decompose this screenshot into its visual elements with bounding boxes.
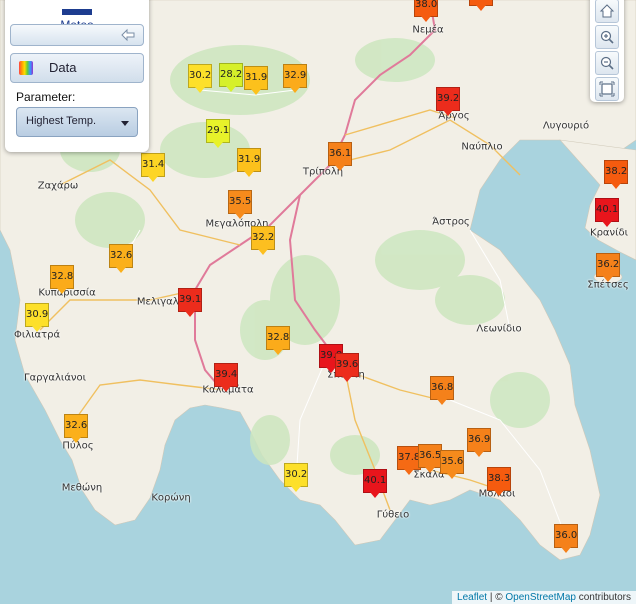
temperature-marker[interactable]: 36.1 bbox=[328, 142, 352, 171]
temperature-marker[interactable]: 38.0 bbox=[414, 0, 438, 22]
osm-link[interactable]: OpenStreetMap bbox=[505, 592, 576, 603]
temperature-marker[interactable]: 31.9 bbox=[237, 148, 261, 177]
extent-button[interactable] bbox=[595, 77, 619, 101]
parameter-select[interactable]: Highest Temp. bbox=[16, 107, 138, 137]
temperature-marker[interactable]: 31.4 bbox=[141, 153, 165, 182]
temperature-marker[interactable]: 30.2 bbox=[284, 463, 308, 492]
temperature-marker[interactable]: 32.6 bbox=[109, 244, 133, 273]
leaflet-link[interactable]: Leaflet bbox=[457, 592, 487, 603]
parameter-label: Parameter: bbox=[16, 90, 76, 104]
temperature-marker[interactable]: 32.8 bbox=[266, 326, 290, 355]
attribution-suffix: contributors bbox=[575, 592, 631, 603]
chevron-down-icon bbox=[121, 121, 129, 126]
extent-icon bbox=[599, 81, 615, 97]
logo-mark bbox=[62, 9, 92, 15]
temperature-marker[interactable]: 32.6 bbox=[64, 414, 88, 443]
temperature-marker[interactable]: 40.1 bbox=[363, 469, 387, 498]
temperature-marker[interactable]: 38.3 bbox=[487, 467, 511, 496]
zoom-out-button[interactable] bbox=[595, 51, 619, 75]
home-button[interactable] bbox=[595, 0, 619, 23]
map-attribution: Leaflet | © OpenStreetMap contributors bbox=[452, 591, 636, 604]
map-toolbar bbox=[590, 0, 624, 102]
temperature-marker[interactable]: 30.2 bbox=[188, 64, 212, 93]
zoom-out-icon bbox=[600, 56, 614, 70]
temperature-marker[interactable]: 36.8 bbox=[430, 376, 454, 405]
back-button[interactable] bbox=[10, 24, 144, 46]
temperature-marker[interactable]: 29.1 bbox=[206, 119, 230, 148]
temperature-marker[interactable]: 36.9 bbox=[467, 428, 491, 457]
temperature-marker[interactable]: 36.5 bbox=[418, 444, 442, 473]
zoom-in-icon bbox=[600, 30, 614, 44]
temperature-marker[interactable]: 39.6 bbox=[335, 353, 359, 382]
temperature-marker[interactable]: 32.8 bbox=[50, 265, 74, 294]
zoom-in-button[interactable] bbox=[595, 25, 619, 49]
map[interactable]: Νεμέα Άργος Λυγουριό Ναύπλιο Τρίπολη Ζαχάρω Με… bbox=[0, 0, 636, 604]
data-button[interactable]: Data bbox=[10, 53, 144, 83]
temperature-marker[interactable]: 39.1 bbox=[178, 288, 202, 317]
temperature-marker[interactable]: 39.4 bbox=[214, 363, 238, 392]
home-icon bbox=[599, 4, 615, 18]
temperature-marker[interactable]: 30.9 bbox=[25, 303, 49, 332]
temperature-marker[interactable]: 32.2 bbox=[251, 226, 275, 255]
data-button-label: Data bbox=[49, 60, 77, 75]
temperature-marker[interactable]: 35.6 bbox=[440, 450, 464, 479]
parameter-select-value: Highest Temp. bbox=[26, 115, 97, 127]
temperature-marker[interactable]: 38.2 bbox=[604, 160, 628, 189]
temperature-marker[interactable]: 32.9 bbox=[283, 64, 307, 93]
temperature-marker[interactable]: 40.1 bbox=[595, 198, 619, 227]
attribution-separator: | © bbox=[487, 592, 506, 603]
temperature-marker[interactable]: 31.9 bbox=[244, 66, 268, 95]
color-palette-icon bbox=[19, 61, 33, 75]
temperature-marker[interactable]: 28.2 bbox=[219, 63, 243, 92]
back-arrow-icon bbox=[121, 28, 135, 42]
temperature-marker[interactable]: 35.5 bbox=[228, 190, 252, 219]
temperature-marker[interactable]: 36.2 bbox=[596, 253, 620, 282]
control-panel: Meteo Data Parameter: Highest Temp. bbox=[5, 0, 149, 152]
temperature-marker[interactable]: 38.5 bbox=[469, 0, 493, 11]
temperature-marker[interactable]: 36.0 bbox=[554, 524, 578, 553]
temperature-marker[interactable]: 39.2 bbox=[436, 87, 460, 116]
